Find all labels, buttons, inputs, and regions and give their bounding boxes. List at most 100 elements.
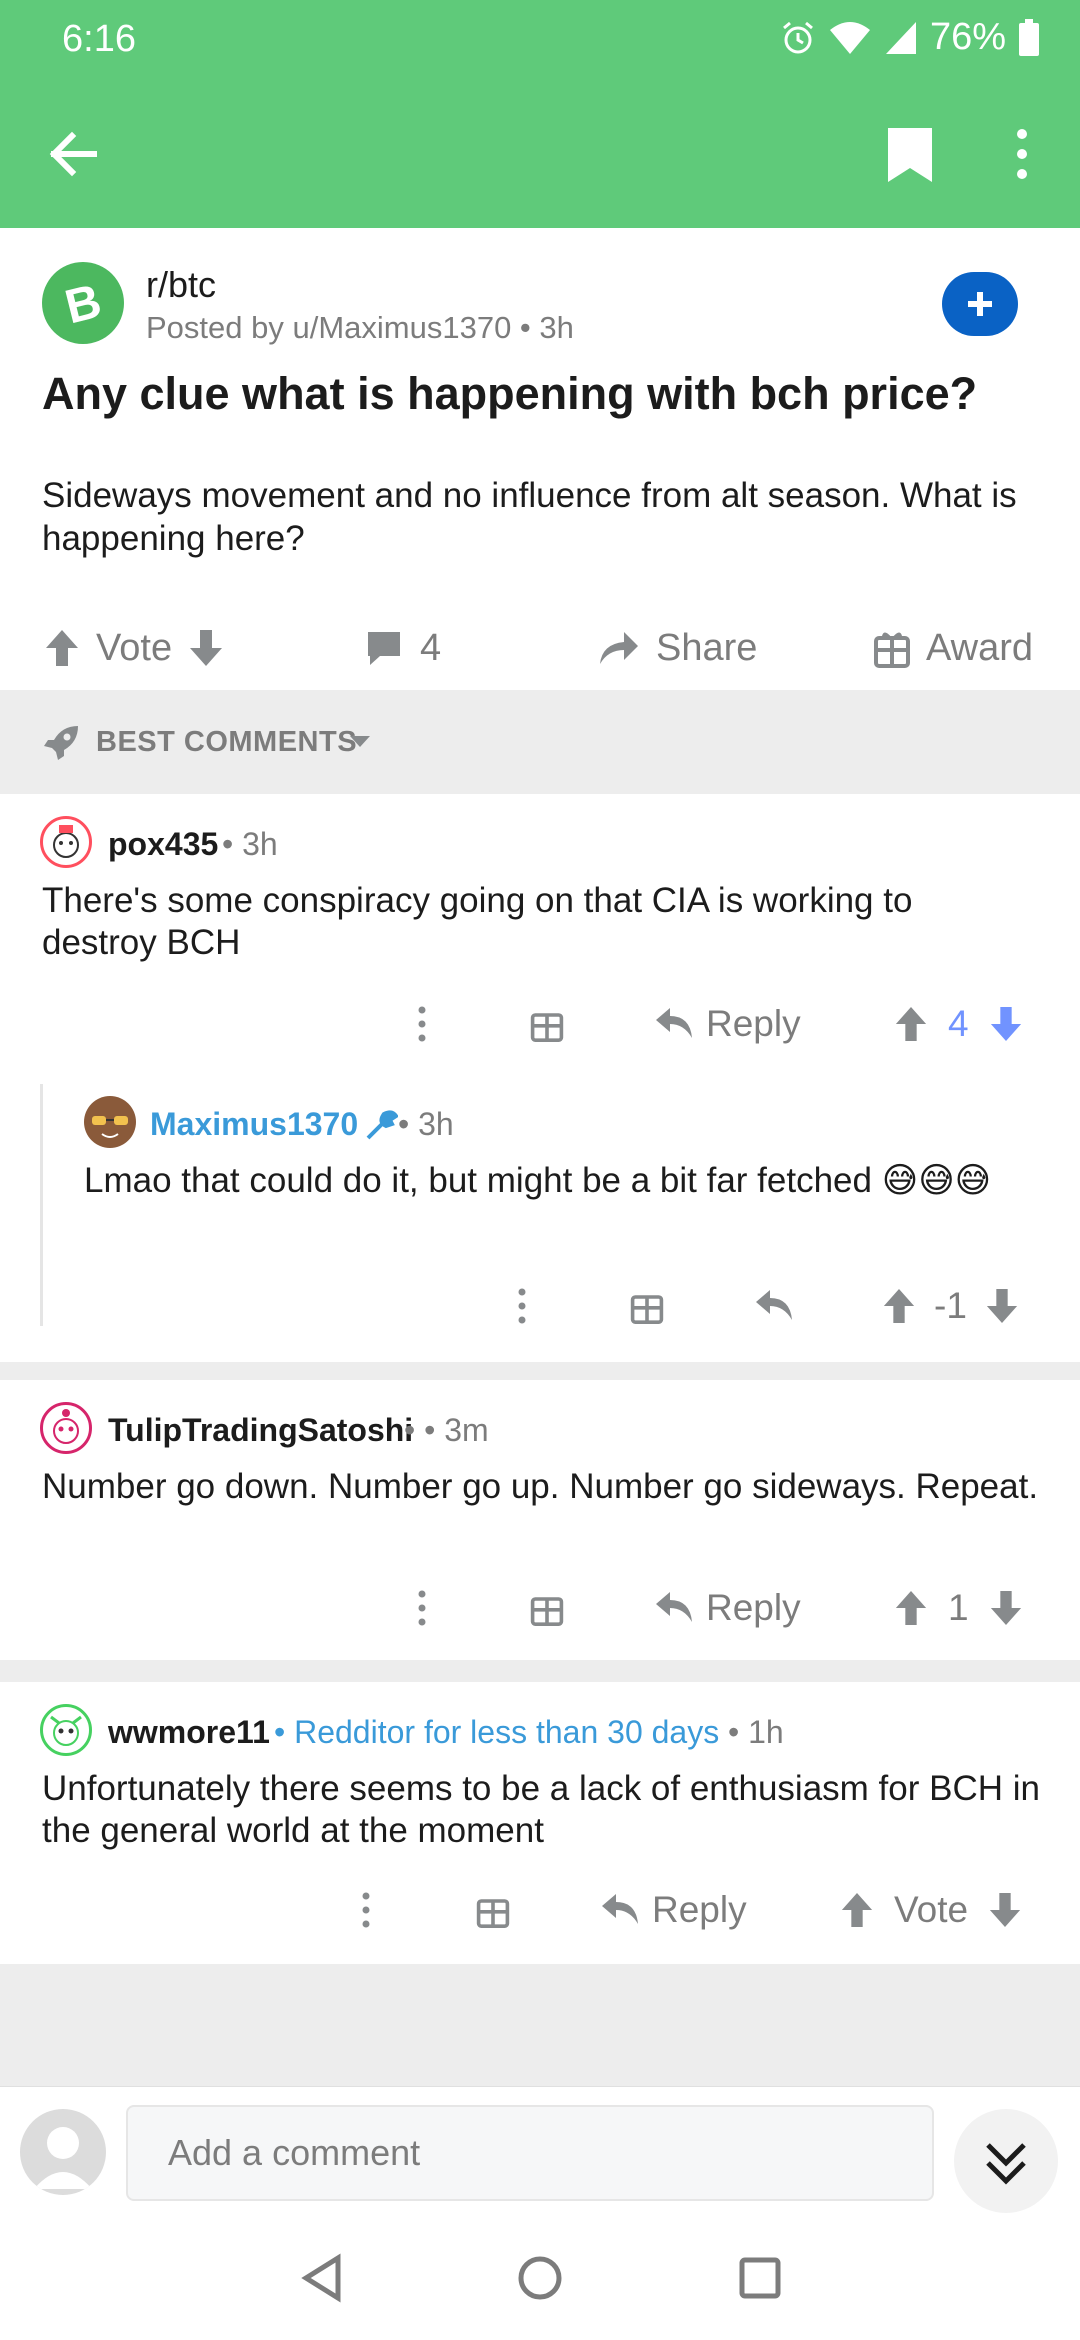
comment-actions: Reply Vote (0, 1880, 1080, 1940)
cell-signal-icon (885, 21, 916, 54)
downvote-icon[interactable] (989, 1589, 1023, 1627)
post-author-meta[interactable]: Posted by u/Maximus1370 • 3h (146, 310, 574, 346)
user-avatar[interactable] (20, 2109, 106, 2195)
back-arrow-icon (49, 131, 97, 177)
comment-divider (0, 1660, 1080, 1682)
post-share-label: Share (656, 626, 758, 669)
comment-input[interactable] (128, 2107, 932, 2199)
comment-author[interactable]: wwmore11 (108, 1714, 270, 1751)
comment-award-button[interactable] (630, 1276, 664, 1336)
comment-more-button[interactable] (406, 1578, 438, 1638)
reply-label: Reply (706, 1587, 801, 1628)
comment-thread: wwmore11 • Redditor for less than 30 day… (0, 1682, 1080, 1964)
post-comments-button[interactable]: 4 (364, 608, 441, 688)
avatar[interactable] (40, 1704, 92, 1756)
nav-home-button[interactable] (510, 2248, 570, 2308)
gift-icon (874, 632, 910, 668)
reply-icon (656, 1592, 692, 1622)
comment-sort-button[interactable]: BEST COMMENTS (0, 690, 1080, 794)
comment-meta: • 3h (398, 1106, 454, 1142)
plus-icon (968, 292, 992, 316)
comment-author[interactable]: TulipTradingSatoshi (108, 1412, 413, 1449)
comment-award-button[interactable] (530, 994, 564, 1054)
comment-actions: -1 (0, 1276, 1080, 1336)
more-vertical-icon (518, 1288, 526, 1324)
battery-icon (1019, 18, 1039, 56)
downvote-icon[interactable] (988, 1891, 1022, 1929)
comment-body: Lmao that could do it, but might be a bi… (84, 1161, 992, 1200)
comment-more-button[interactable] (406, 994, 438, 1054)
next-comment-button[interactable] (954, 2109, 1058, 2213)
reply-label: Reply (652, 1889, 747, 1930)
upvote-icon[interactable] (894, 1005, 928, 1043)
comment-meta: • 3h (222, 826, 278, 862)
downvote-icon[interactable] (188, 628, 224, 668)
battery-percent: 76% (929, 16, 1006, 58)
comment-vote-label: Vote (894, 1889, 969, 1930)
gift-icon (530, 1597, 564, 1626)
square-recents-icon (739, 2257, 781, 2299)
downvote-icon[interactable] (985, 1287, 1019, 1325)
comment-more-button[interactable] (350, 1880, 382, 1940)
comment-award-button[interactable] (530, 1578, 564, 1638)
comment-vote-group: 1 (894, 1578, 1023, 1638)
post-action-bar: Vote 4 Share Award (0, 608, 1080, 688)
comment-reply-button[interactable]: Reply (654, 1578, 801, 1638)
post-card: B r/btc Posted by u/Maximus1370 • 3h Any… (0, 228, 1080, 690)
comment-meta: • 1h (728, 1714, 784, 1750)
comment-composer (0, 2086, 1080, 2218)
mod-wrench-icon (366, 1110, 398, 1140)
comment-score: 4 (948, 1003, 969, 1044)
alarm-icon (782, 21, 813, 53)
more-options-button[interactable] (1004, 124, 1040, 186)
reply-icon (602, 1894, 638, 1924)
comment-body: There's some conspiracy going on that CI… (42, 881, 913, 962)
new-redditor-flair: • Redditor for less than 30 days (274, 1714, 720, 1750)
more-vertical-icon (362, 1892, 370, 1928)
upvote-icon[interactable] (44, 628, 80, 668)
comment-award-button[interactable] (476, 1880, 510, 1940)
comment-thread: pox435 • 3h There's some conspiracy goin… (0, 794, 1080, 1362)
more-vertical-icon (418, 1006, 426, 1042)
post-body: Sideways movement and no influence from … (42, 476, 1017, 558)
bookmark-icon (888, 128, 932, 182)
post-award-button[interactable]: Award (874, 608, 1033, 688)
join-subreddit-button[interactable] (942, 272, 1018, 336)
reply-icon (656, 1008, 692, 1038)
post-vote-group: Vote (44, 608, 224, 688)
avatar[interactable] (40, 816, 92, 868)
op-author[interactable]: Maximus1370 (150, 1106, 358, 1143)
upvote-icon[interactable] (894, 1589, 928, 1627)
upvote-icon[interactable] (882, 1287, 916, 1325)
post-vote-label: Vote (96, 626, 173, 669)
double-chevron-down-icon (986, 2143, 1026, 2185)
nav-back-button[interactable] (292, 2248, 352, 2308)
avatar[interactable] (40, 1402, 92, 1454)
subreddit-name[interactable]: r/btc (146, 264, 216, 306)
share-icon (600, 632, 638, 664)
comment-author[interactable]: pox435 (108, 826, 218, 863)
comment-reply-button[interactable] (754, 1276, 794, 1336)
avatar[interactable] (84, 1096, 136, 1148)
comment-actions: Reply 1 (0, 1578, 1080, 1638)
downvote-icon[interactable] (989, 1005, 1023, 1043)
add-comment-field[interactable] (126, 2105, 934, 2201)
comment-bubble-icon (368, 632, 400, 665)
nav-recents-button[interactable] (730, 2248, 790, 2308)
subreddit-icon[interactable]: B (42, 262, 124, 344)
status-time: 6:16 (62, 18, 136, 60)
comment-body: Unfortunately there seems to be a lack o… (42, 1769, 1040, 1850)
upvote-icon[interactable] (840, 1891, 874, 1929)
system-nav-bar (0, 2218, 1080, 2340)
back-button[interactable] (44, 124, 104, 184)
reply-label: Reply (706, 1003, 801, 1044)
comment-more-button[interactable] (506, 1276, 538, 1336)
gift-icon (530, 1013, 564, 1042)
save-post-button[interactable] (882, 124, 938, 186)
reply-icon (756, 1290, 792, 1320)
comment-reply-button[interactable]: Reply (600, 1880, 747, 1940)
svg-text:B: B (60, 275, 106, 335)
comment-reply-button[interactable]: Reply (654, 994, 801, 1054)
post-share-button[interactable]: Share (596, 608, 757, 688)
comment-vote-group: 4 (894, 994, 1023, 1054)
